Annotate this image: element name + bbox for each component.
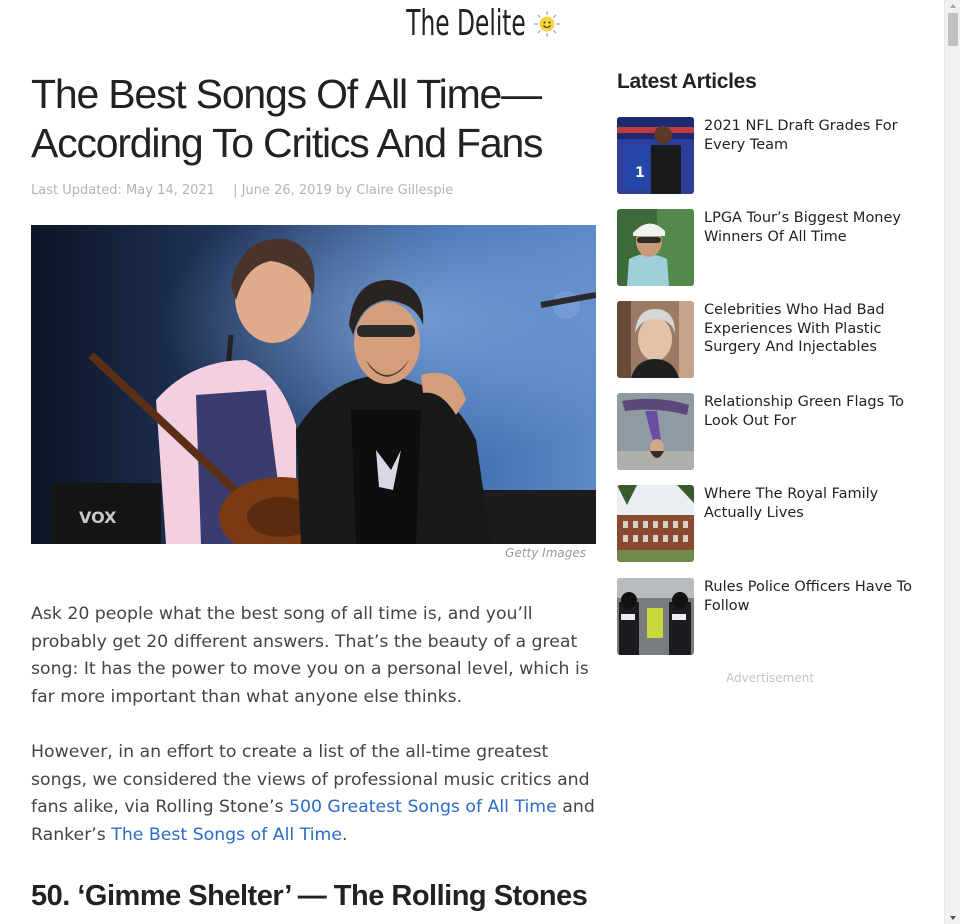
police-photo[interactable] [617, 578, 694, 655]
second-paragraph: However, in an effort to create a list o… [31, 739, 596, 849]
sidebar-article[interactable]: Where The Royal Family Actually Lives [617, 485, 927, 563]
image-credit: Getty Images [505, 546, 586, 560]
celebrity-photo[interactable] [617, 301, 694, 378]
couple-photo[interactable] [617, 393, 694, 470]
nfl-draft-photo[interactable]: 1 [617, 117, 694, 194]
hero-image: VOX [31, 225, 596, 544]
article-title: The Best Songs Of All Time—According To … [31, 71, 544, 166]
site-logo[interactable]: The Delite [0, 4, 944, 48]
vertical-scrollbar[interactable] [944, 0, 960, 924]
svg-text:1: 1 [635, 165, 645, 181]
intro-paragraph: Ask 20 people what the best song of all … [31, 604, 589, 707]
sidebar-article-title[interactable]: Rules Police Officers Have To Follow [704, 578, 924, 615]
svg-text:VOX: VOX [79, 508, 117, 527]
golfer-photo[interactable] [617, 209, 694, 286]
page: The Delite The Best Songs Of All Time—Ac… [0, 0, 944, 924]
advertisement-label: Advertisement [725, 671, 815, 685]
p2-text-after: . [342, 824, 348, 845]
published-date: | June 26, 2019 by [233, 183, 353, 198]
scroll-down-arrow-icon[interactable] [945, 912, 960, 924]
sidebar-article[interactable]: Relationship Green Flags To Look Out For [617, 393, 927, 471]
sidebar-title: Latest Articles [617, 70, 757, 93]
author-link[interactable]: Claire Gillespie [356, 183, 453, 198]
sidebar-article-title[interactable]: Celebrities Who Had Bad Experiences With… [704, 301, 924, 357]
palace-photo[interactable] [617, 485, 694, 562]
sidebar-article[interactable]: Rules Police Officers Have To Follow [617, 578, 927, 656]
scroll-up-arrow-icon[interactable] [945, 0, 960, 12]
article-meta: Last Updated: May 14, 2021 | June 26, 20… [31, 183, 453, 198]
rolling-stone-link[interactable]: 500 Greatest Songs of All Time [289, 797, 557, 817]
sidebar-article[interactable]: Celebrities Who Had Bad Experiences With… [617, 301, 927, 379]
sidebar-article-title[interactable]: LPGA Tour’s Biggest Money Winners Of All… [704, 209, 924, 246]
last-updated: Last Updated: May 14, 2021 [31, 183, 215, 198]
sidebar-article-title[interactable]: Relationship Green Flags To Look Out For [704, 393, 924, 430]
sun-smiley-icon [533, 11, 560, 37]
scrollbar-thumb[interactable] [948, 13, 958, 46]
ranker-link[interactable]: The Best Songs of All Time [111, 825, 342, 845]
sidebar-article-title[interactable]: 2021 NFL Draft Grades For Every Team [704, 117, 924, 154]
sidebar-article[interactable]: 1 2021 NFL Draft Grades For Every Team [617, 117, 927, 195]
section-heading: 50. ‘Gimme Shelter’ — The Rolling Stones [31, 880, 588, 912]
logo-text: The Delite [406, 3, 527, 44]
sidebar-article[interactable]: LPGA Tour’s Biggest Money Winners Of All… [617, 209, 927, 287]
sidebar-article-title[interactable]: Where The Royal Family Actually Lives [704, 485, 924, 522]
